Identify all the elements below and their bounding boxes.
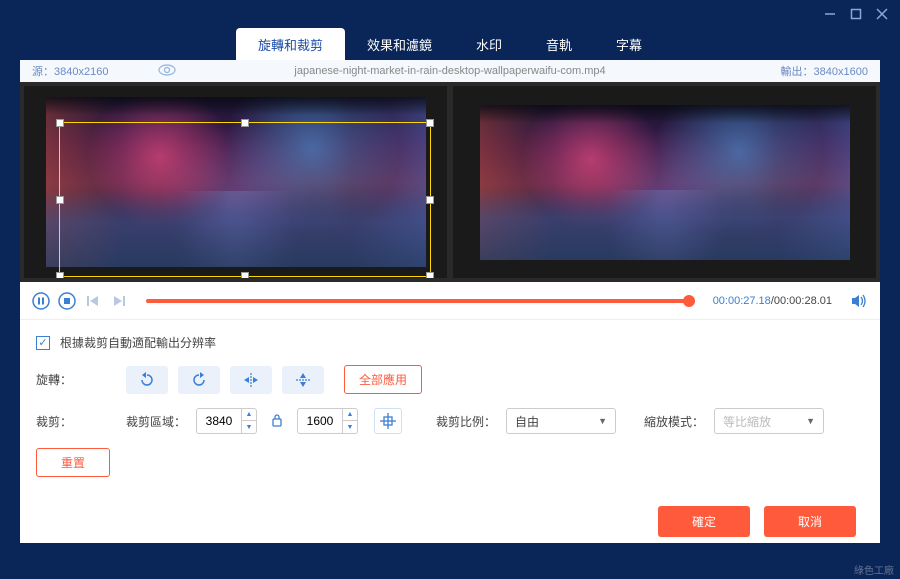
width-down-icon[interactable]: ▼ (242, 421, 256, 433)
chevron-down-icon: ▼ (598, 416, 607, 426)
tab-effects[interactable]: 效果和濾鏡 (345, 28, 454, 60)
next-frame-button[interactable] (110, 292, 128, 310)
reset-button[interactable]: 重置 (36, 448, 110, 477)
volume-icon[interactable] (850, 292, 868, 310)
preview-area (20, 82, 880, 282)
preview-toggle-icon[interactable] (158, 64, 176, 79)
info-bar: 源：3840x2160 japanese-night-market-in-rai… (20, 60, 880, 82)
height-down-icon[interactable]: ▼ (343, 421, 357, 433)
seek-knob[interactable] (683, 295, 695, 307)
titlebar (0, 0, 900, 28)
maximize-icon[interactable] (850, 8, 862, 20)
settings-form: ✓ 根據裁剪自動適配輸出分辨率 旋轉： 全部應用 裁剪： 裁剪區域： ▲▼ ▲▼ (20, 320, 880, 505)
height-up-icon[interactable]: ▲ (343, 409, 357, 421)
crop-width-field[interactable] (197, 414, 241, 428)
flip-vertical-button[interactable] (282, 366, 324, 394)
rotate-right-button[interactable] (178, 366, 220, 394)
rotate-left-button[interactable] (126, 366, 168, 394)
player-controls: 00:00:27.18/00:00:28.01 (20, 282, 880, 320)
tab-audio[interactable]: 音軌 (524, 28, 594, 60)
pause-button[interactable] (32, 292, 50, 310)
crop-width-input[interactable]: ▲▼ (196, 408, 257, 434)
stop-button[interactable] (58, 292, 76, 310)
minimize-icon[interactable] (824, 8, 836, 20)
rotate-label: 旋轉： (36, 371, 116, 388)
apply-all-button[interactable]: 全部應用 (344, 365, 422, 394)
crop-ratio-label: 裁剪比例： (436, 413, 496, 430)
time-display: 00:00:27.18/00:00:28.01 (713, 295, 832, 307)
tab-subtitle[interactable]: 字幕 (594, 28, 664, 60)
prev-frame-button[interactable] (84, 292, 102, 310)
crop-height-input[interactable]: ▲▼ (297, 408, 358, 434)
footer-buttons: 確定 取消 (658, 506, 856, 537)
auto-fit-label: 根據裁剪自動適配輸出分辨率 (60, 334, 216, 351)
output-resolution: 輸出：3840x1600 (781, 63, 868, 79)
crop-ratio-select[interactable]: 自由▼ (506, 408, 616, 434)
tabs: 旋轉和裁剪 效果和濾鏡 水印 音軌 字幕 (0, 28, 900, 60)
auto-fit-checkbox[interactable]: ✓ (36, 336, 50, 350)
filename: japanese-night-market-in-rain-desktop-wa… (294, 65, 605, 77)
chevron-down-icon: ▼ (806, 416, 815, 426)
crop-label: 裁剪： (36, 413, 116, 430)
zoom-mode-label: 縮放模式： (644, 413, 704, 430)
output-preview (453, 86, 876, 278)
cancel-button[interactable]: 取消 (764, 506, 856, 537)
tab-rotate-crop[interactable]: 旋轉和裁剪 (236, 28, 345, 60)
source-resolution: 源：3840x2160 (32, 63, 108, 79)
tab-watermark[interactable]: 水印 (454, 28, 524, 60)
flip-horizontal-button[interactable] (230, 366, 272, 394)
watermark-text: 綠色工廠 (854, 562, 894, 577)
close-icon[interactable] (876, 8, 888, 20)
crop-area-label: 裁剪區域： (126, 413, 186, 430)
width-up-icon[interactable]: ▲ (242, 409, 256, 421)
crop-height-field[interactable] (298, 414, 342, 428)
crop-position-button[interactable] (374, 408, 402, 434)
zoom-mode-select[interactable]: 等比縮放▼ (714, 408, 824, 434)
source-preview[interactable] (24, 86, 447, 278)
seek-bar[interactable] (146, 299, 695, 303)
lock-aspect-icon[interactable] (271, 413, 283, 430)
ok-button[interactable]: 確定 (658, 506, 750, 537)
